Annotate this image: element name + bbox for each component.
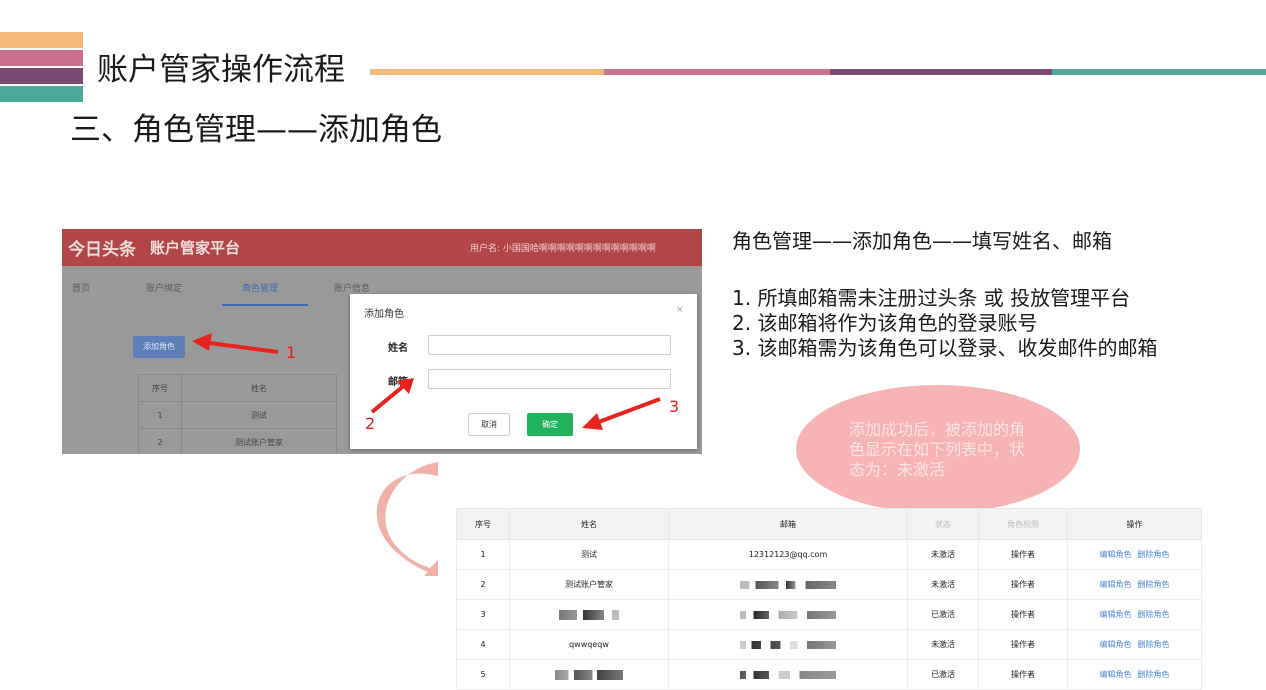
annotation-number-2: 2	[365, 414, 376, 433]
row-actions: 编辑角色 删除角色	[1067, 539, 1202, 570]
edit-role-link[interactable]: 编辑角色	[1100, 580, 1132, 589]
arrow-3-icon	[582, 397, 661, 430]
instruction-item: 2. 该邮箱将作为该角色的登录账号	[732, 311, 1038, 335]
instruction-item: 1. 所填邮箱需未注册过头条 或 投放管理平台	[732, 286, 1131, 310]
row-status: 已激活	[907, 599, 979, 630]
edit-role-link[interactable]: 编辑角色	[1100, 670, 1132, 679]
edit-role-link[interactable]: 编辑角色	[1100, 640, 1132, 649]
row-email-blurred	[668, 599, 908, 630]
curved-arrow-icon	[376, 462, 438, 576]
arrow-1-icon	[192, 333, 279, 354]
row-no: 4	[456, 629, 510, 660]
row-email-blurred	[668, 629, 908, 660]
table-header: 序号 姓名 邮箱 状态 角色权限 操作	[456, 508, 1202, 540]
result-role-table: 序号 姓名 邮箱 状态 角色权限 操作 1 测试 12312123@qq.com…	[456, 508, 1202, 690]
table-row: 2 测试账户管家 未激活 操作者 编辑角色 删除角色	[456, 569, 1202, 600]
edit-role-link[interactable]: 编辑角色	[1100, 610, 1132, 619]
row-role: 操作者	[978, 569, 1068, 600]
row-email-blurred	[668, 659, 908, 690]
annotation-number-1: 1	[286, 343, 297, 362]
row-role: 操作者	[978, 629, 1068, 660]
row-name-blurred	[509, 659, 669, 690]
table-row: 4 qwwqeqw 未激活 操作者 编辑角色 删除角色	[456, 629, 1202, 660]
row-name: 测试	[509, 539, 669, 570]
row-actions: 编辑角色 删除角色	[1067, 629, 1202, 660]
row-email: 12312123@qq.com	[668, 539, 908, 570]
row-status: 未激活	[907, 539, 979, 570]
delete-role-link[interactable]: 删除角色	[1138, 610, 1170, 619]
col-status: 状态	[907, 508, 979, 540]
row-status: 已激活	[907, 659, 979, 690]
table-row: 3 已激活 操作者 编辑角色 删除角色	[456, 599, 1202, 630]
annotation-number-3: 3	[669, 397, 680, 416]
row-no: 2	[456, 569, 510, 600]
instruction-heading: 角色管理——添加角色——填写姓名、邮箱	[732, 229, 1112, 253]
row-actions: 编辑角色 删除角色	[1067, 659, 1202, 690]
row-role: 操作者	[978, 659, 1068, 690]
row-name: 测试账户管家	[509, 569, 669, 600]
table-row: 1 测试 12312123@qq.com 未激活 操作者 编辑角色 删除角色	[456, 539, 1202, 570]
callout-text: 添加成功后，被添加的角色显示在如下列表中，状态为：未激活	[849, 420, 1026, 479]
col-role: 角色权限	[978, 508, 1068, 540]
table-row: 5 已激活 操作者 编辑角色 删除角色	[456, 659, 1202, 690]
instruction-list: 1. 所填邮箱需未注册过头条 或 投放管理平台 2. 该邮箱将作为该角色的登录账…	[732, 286, 1157, 361]
row-actions: 编辑角色 删除角色	[1067, 569, 1202, 600]
row-status: 未激活	[907, 629, 979, 660]
col-actions: 操作	[1067, 508, 1202, 540]
col-email: 邮箱	[668, 508, 908, 540]
row-no: 5	[456, 659, 510, 690]
row-email-blurred	[668, 569, 908, 600]
delete-role-link[interactable]: 删除角色	[1138, 640, 1170, 649]
row-no: 3	[456, 599, 510, 630]
delete-role-link[interactable]: 删除角色	[1138, 580, 1170, 589]
row-status: 未激活	[907, 569, 979, 600]
col-no: 序号	[456, 508, 510, 540]
instruction-item: 3. 该邮箱需为该角色可以登录、收发邮件的邮箱	[732, 336, 1158, 360]
edit-role-link[interactable]: 编辑角色	[1100, 550, 1132, 559]
col-name: 姓名	[509, 508, 669, 540]
row-actions: 编辑角色 删除角色	[1067, 599, 1202, 630]
delete-role-link[interactable]: 删除角色	[1138, 670, 1170, 679]
row-name-blurred	[509, 599, 669, 630]
row-name: qwwqeqw	[509, 629, 669, 660]
row-no: 1	[456, 539, 510, 570]
delete-role-link[interactable]: 删除角色	[1138, 550, 1170, 559]
arrow-2-icon	[370, 378, 414, 414]
row-role: 操作者	[978, 539, 1068, 570]
row-role: 操作者	[978, 599, 1068, 630]
